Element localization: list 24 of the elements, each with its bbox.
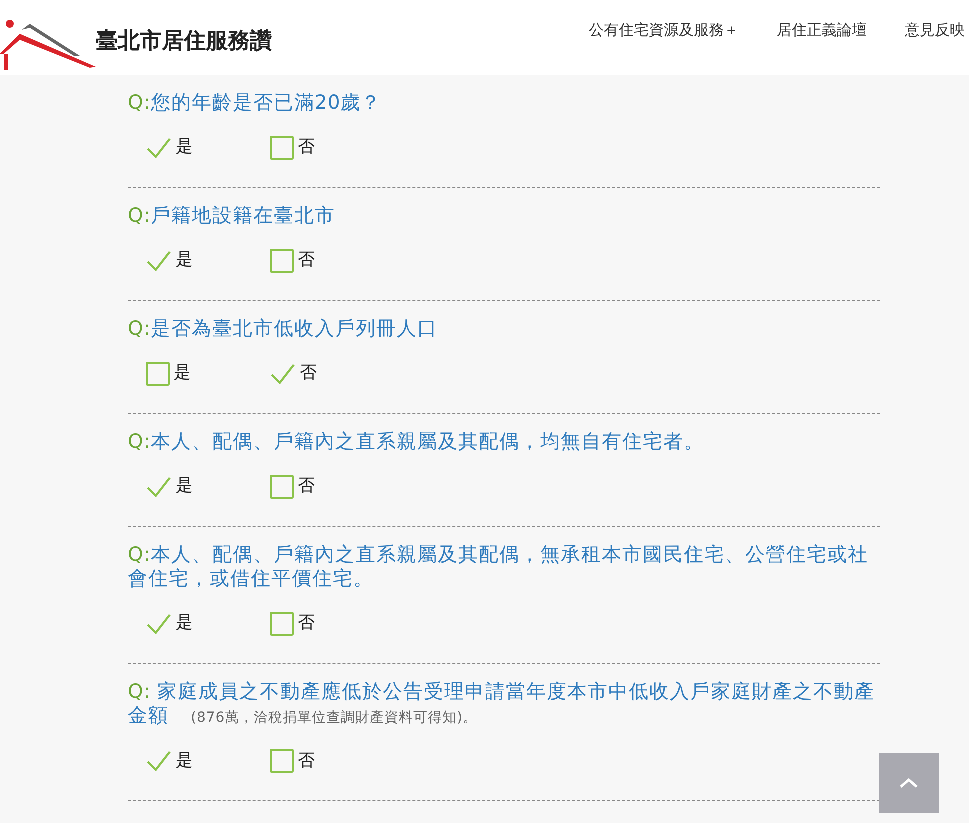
question-text: Q:本人、配偶、戶籍內之直系親屬及其配偶，無承租本市國民住宅、公營住宅或社會住宅，或借住平價住宅。	[128, 542, 870, 592]
answer-option[interactable]: 是	[146, 474, 270, 500]
answer-option[interactable]: 是	[146, 611, 270, 637]
question-text: Q:您的年齡是否已滿20歲？	[128, 91, 383, 116]
nav-link[interactable]: 公有住宅資源及服務＋	[589, 19, 739, 42]
back-to-top-button[interactable]	[879, 753, 939, 813]
answer-option[interactable]: 否	[270, 748, 394, 774]
answer-option[interactable]: 是	[146, 361, 270, 387]
answer-option[interactable]: 否	[270, 361, 394, 387]
site-title: 臺北市居住服務讚	[96, 28, 272, 56]
nav-link[interactable]: 意見反映	[905, 19, 965, 42]
answer-option[interactable]: 是	[146, 748, 270, 774]
question-text: Q:本人、配偶、戶籍內之直系親屬及其配偶，均無自有住宅者。	[128, 430, 706, 454]
answer-option[interactable]: 是	[146, 135, 270, 161]
nav-link[interactable]: 居住正義論壇	[777, 19, 867, 42]
question-text: Q:是否為臺北市低收入戶列冊人口	[128, 316, 439, 342]
question-text: Q:戶籍地設籍在臺北市	[128, 204, 336, 228]
answer-option[interactable]: 否	[270, 135, 394, 161]
chevron-up-icon	[899, 777, 919, 789]
answer-option[interactable]: 否	[270, 248, 394, 274]
answer-option[interactable]: 否	[270, 611, 394, 637]
question-text: Q: 家庭成員之不動產應低於公告受理申請當年度本市中低收入戶家庭財產之不動產金額 (876萬，洽稅捐單位查調財產資料可得知)。	[128, 680, 876, 728]
answer-option[interactable]: 否	[270, 474, 394, 500]
answer-option[interactable]: 是	[146, 248, 270, 274]
